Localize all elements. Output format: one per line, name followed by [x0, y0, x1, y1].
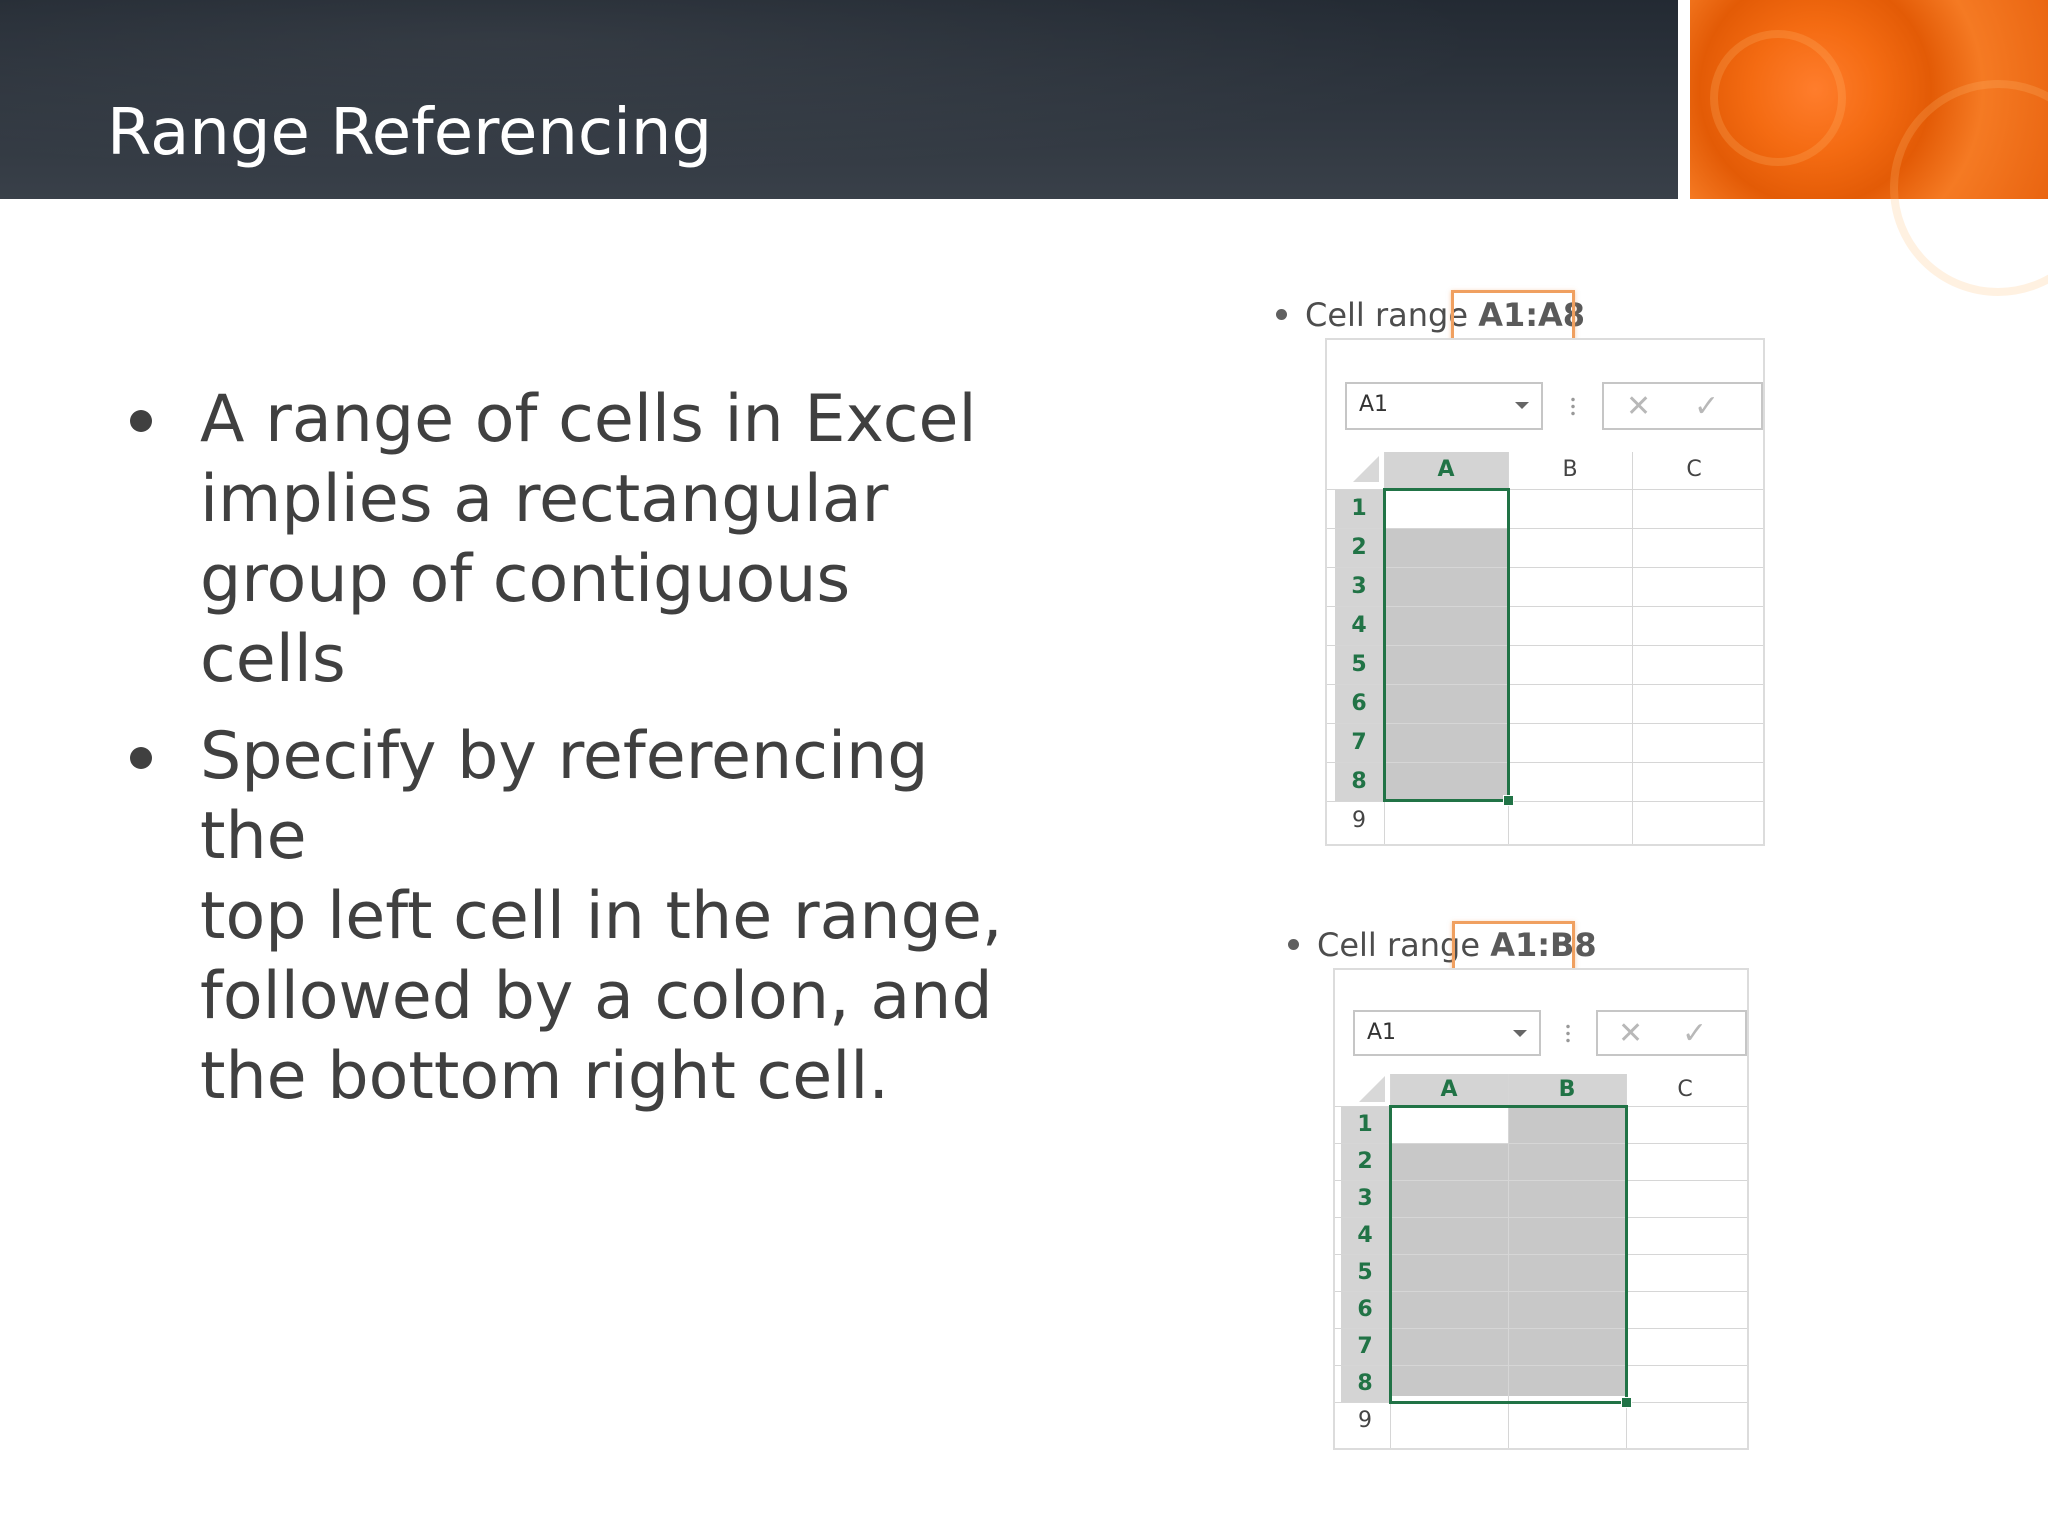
bullet-item: Specify by referencing the top left cell… [128, 717, 1008, 1117]
title-bar: Range Referencing [0, 0, 1678, 199]
column-header-a[interactable]: A [1390, 1074, 1508, 1108]
close-icon[interactable]: ✕ [1626, 392, 1651, 422]
grid-line [1632, 452, 1633, 844]
checkmark-icon[interactable]: ✓ [1694, 392, 1719, 422]
bullet-list: A range of cells in Excel implies a rect… [128, 380, 1008, 1134]
column-header-a[interactable]: A [1384, 452, 1508, 490]
accent-decoration [1690, 0, 2048, 296]
row-header-2[interactable]: 2 [1341, 1144, 1389, 1180]
row-header-6[interactable]: 6 [1335, 685, 1383, 723]
name-box[interactable]: A1 [1345, 382, 1543, 430]
row-header-3[interactable]: 3 [1335, 568, 1383, 606]
column-header-b[interactable]: B [1508, 1074, 1626, 1108]
row-header-4[interactable]: 4 [1341, 1218, 1389, 1254]
bullet-icon [1276, 308, 1287, 320]
grip-icon [1571, 396, 1575, 418]
name-box-value: A1 [1367, 1020, 1397, 1045]
bullet-icon [1288, 938, 1299, 950]
column-header-c[interactable]: C [1632, 452, 1756, 488]
bullet-text: Specify by referencing the top left cell… [200, 719, 1003, 1114]
select-all-corner[interactable] [1359, 1076, 1385, 1102]
grip-icon [1566, 1023, 1570, 1045]
excel-screenshot: A1 ✕ ✓ A B C 1 2 3 4 5 6 7 8 9 [1325, 338, 1765, 846]
bullet-icon [130, 747, 152, 769]
fill-handle[interactable] [1621, 1397, 1632, 1408]
row-header-7[interactable]: 7 [1335, 724, 1383, 762]
accent-ring [1890, 80, 2048, 296]
row-header-2[interactable]: 2 [1335, 529, 1383, 567]
formula-buttons: ✕ ✓ [1596, 1010, 1747, 1056]
fill-handle[interactable] [1503, 795, 1514, 806]
chevron-down-icon[interactable] [1513, 1030, 1527, 1037]
bullet-item: A range of cells in Excel implies a rect… [128, 380, 1008, 700]
row-header-3[interactable]: 3 [1341, 1181, 1389, 1217]
name-box-value: A1 [1359, 392, 1389, 417]
checkmark-icon[interactable]: ✓ [1682, 1019, 1707, 1049]
bullet-text: A range of cells in Excel implies a rect… [200, 382, 977, 697]
row-header-9[interactable]: 9 [1335, 802, 1383, 840]
selection-border [1383, 488, 1510, 802]
row-header-8[interactable]: 8 [1341, 1366, 1389, 1402]
row-header-4[interactable]: 4 [1335, 607, 1383, 645]
row-header-8[interactable]: 8 [1335, 763, 1383, 801]
column-header-b[interactable]: B [1508, 452, 1632, 488]
formula-buttons: ✕ ✓ [1602, 382, 1763, 430]
column-header-c[interactable]: C [1626, 1074, 1744, 1106]
row-header-6[interactable]: 6 [1341, 1292, 1389, 1328]
accent-ring [1710, 30, 1846, 166]
row-header-1[interactable]: 1 [1335, 490, 1383, 528]
slide-title: Range Referencing [107, 96, 713, 170]
close-icon[interactable]: ✕ [1618, 1019, 1643, 1049]
name-box[interactable]: A1 [1353, 1010, 1541, 1056]
row-header-1[interactable]: 1 [1341, 1107, 1389, 1143]
row-header-5[interactable]: 5 [1341, 1255, 1389, 1291]
chevron-down-icon[interactable] [1515, 402, 1529, 409]
excel-screenshot: A1 ✕ ✓ A B C 1 2 3 4 5 6 7 8 9 [1333, 968, 1749, 1450]
bullet-icon [130, 410, 152, 432]
row-header-5[interactable]: 5 [1335, 646, 1383, 684]
selection-border [1389, 1105, 1628, 1404]
select-all-corner[interactable] [1353, 456, 1379, 482]
row-header-7[interactable]: 7 [1341, 1329, 1389, 1365]
row-header-9[interactable]: 9 [1341, 1403, 1389, 1439]
